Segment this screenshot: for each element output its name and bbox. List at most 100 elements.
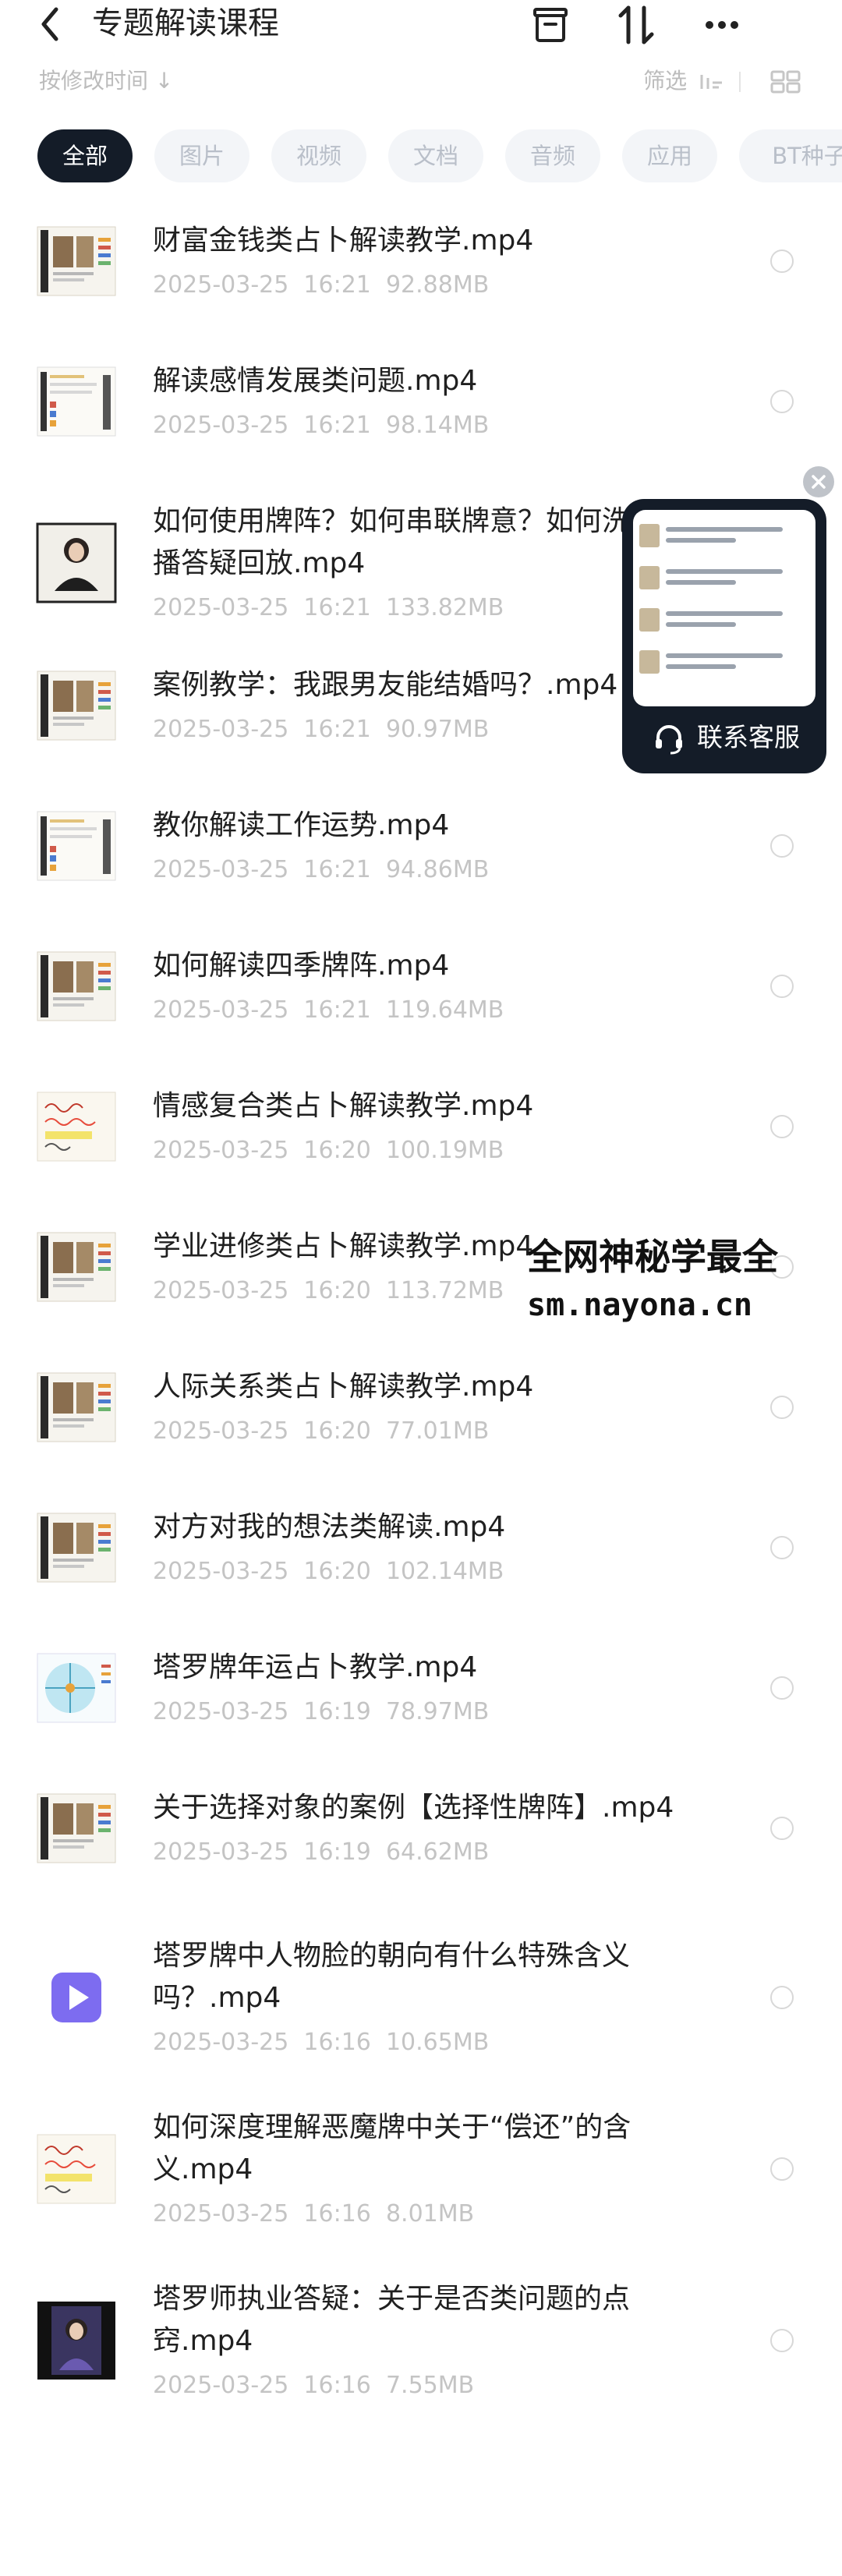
- file-size: 78.97MB: [385, 1698, 490, 1725]
- category-chip[interactable]: 图片: [154, 129, 249, 182]
- sort-by-modified-button[interactable]: 按修改时间 ↓: [39, 64, 173, 98]
- file-thumbnail: [34, 1786, 119, 1870]
- customer-service-widget[interactable]: 联系客服: [622, 499, 826, 773]
- file-date: 2025-03-25 16:20: [153, 1417, 371, 1445]
- file-size: 7.55MB: [385, 2372, 475, 2399]
- sort-arrows-icon[interactable]: [613, 3, 660, 47]
- file-name: 如何解读四季牌阵.mp4: [153, 950, 450, 982]
- file-row[interactable]: 如何解读四季牌阵.mp4 2025-03-25 16:21 119.64MB: [0, 942, 842, 1067]
- file-thumbnail: [34, 944, 119, 1028]
- select-radio[interactable]: [770, 249, 794, 273]
- file-date: 2025-03-25 16:20: [153, 1558, 371, 1585]
- preview-thumbnail: [639, 650, 660, 674]
- select-radio[interactable]: [770, 2329, 794, 2352]
- file-size: 98.14MB: [385, 412, 490, 439]
- top-bar: 专题解读课程: [0, 0, 842, 55]
- file-row[interactable]: 关于选择对象的案例【选择性牌阵】.mp4 2025-03-25 16:19 64.…: [0, 1784, 842, 1909]
- file-size: 77.01MB: [385, 1417, 490, 1445]
- file-row[interactable]: 塔罗师执业答疑：关于是否类问题的点窍.mp4 2025-03-25 16:16 7…: [0, 2275, 842, 2431]
- file-row[interactable]: 情感复合类占卜解读教学.mp4 2025-03-25 16:20 100.19MB: [0, 1082, 842, 1207]
- divider: [739, 72, 741, 92]
- file-thumbnail: [34, 1506, 119, 1590]
- select-radio[interactable]: [770, 975, 794, 998]
- grid-view-icon[interactable]: [770, 70, 801, 94]
- category-chip[interactable]: 音频: [505, 129, 600, 182]
- file-meta: 2025-03-25 16:16 7.55MB: [153, 2369, 474, 2403]
- file-name: 塔罗牌中人物脸的朝向有什么特殊含义吗？.mp4: [153, 1940, 631, 2014]
- filter-label: 筛选: [643, 68, 688, 94]
- file-name: 塔罗师执业答疑：关于是否类问题的点窍.mp4: [153, 2283, 631, 2357]
- file-date: 2025-03-25 16:21: [153, 271, 371, 299]
- select-radio[interactable]: [770, 1115, 794, 1138]
- preview-line: [666, 580, 736, 585]
- file-thumbnail: [34, 2298, 119, 2383]
- file-thumbnail: [34, 804, 119, 888]
- file-date: 2025-03-25 16:19: [153, 1838, 371, 1866]
- select-radio[interactable]: [770, 834, 794, 858]
- filter-button[interactable]: 筛选: [643, 64, 725, 98]
- archive-icon[interactable]: [527, 3, 574, 47]
- category-chip[interactable]: 应用: [622, 129, 717, 182]
- back-arrow-icon[interactable]: [34, 3, 65, 45]
- filter-icon: [700, 75, 722, 89]
- file-date: 2025-03-25 16:21: [153, 412, 371, 439]
- file-date: 2025-03-25 16:20: [153, 1277, 371, 1304]
- select-radio[interactable]: [770, 1676, 794, 1700]
- select-radio[interactable]: [770, 390, 794, 413]
- file-date: 2025-03-25 16:20: [153, 1137, 371, 1164]
- preview-line: [666, 527, 783, 532]
- category-chip[interactable]: BT种子: [739, 129, 842, 182]
- file-row[interactable]: 如何深度理解恶魔牌中关于“偿还”的含义.mp4 2025-03-25 16:16 …: [0, 2104, 842, 2259]
- preview-line: [666, 569, 783, 574]
- file-thumbnail: [34, 521, 119, 605]
- preview-thumbnail: [639, 524, 660, 547]
- file-size: 133.82MB: [385, 594, 504, 621]
- file-meta: 2025-03-25 16:20 100.19MB: [153, 1134, 504, 1168]
- widget-preview: [633, 510, 815, 706]
- category-chip[interactable]: 全部: [37, 129, 133, 182]
- file-meta: 2025-03-25 16:21 98.14MB: [153, 409, 489, 443]
- select-radio[interactable]: [770, 2157, 794, 2181]
- file-thumbnail: [34, 663, 119, 748]
- preview-line: [666, 611, 783, 616]
- file-size: 90.97MB: [385, 716, 490, 743]
- preview-thumbnail: [639, 566, 660, 589]
- category-tabs: 全部 图片 视频 文档 音频 应用 BT种子: [0, 129, 842, 186]
- file-meta: 2025-03-25 16:20 77.01MB: [153, 1414, 489, 1449]
- file-row[interactable]: 财富金钱类占卜解读教学.mp4 2025-03-25 16:21 92.88MB: [0, 217, 842, 341]
- file-meta: 2025-03-25 16:21 133.82MB: [153, 591, 504, 625]
- file-row[interactable]: 解读感情发展类问题.mp4 2025-03-25 16:21 98.14MB: [0, 357, 842, 482]
- file-row[interactable]: 教你解读工作运势.mp4 2025-03-25 16:21 94.86MB: [0, 801, 842, 926]
- file-row[interactable]: 塔罗牌年运占卜教学.mp4 2025-03-25 16:19 78.97MB: [0, 1644, 842, 1768]
- file-row[interactable]: 塔罗牌中人物脸的朝向有什么特殊含义吗？.mp4 2025-03-25 16:16 …: [0, 1932, 842, 2088]
- select-radio[interactable]: [770, 1986, 794, 2009]
- select-radio[interactable]: [770, 1817, 794, 1840]
- file-meta: 2025-03-25 16:16 10.65MB: [153, 2026, 489, 2060]
- preview-thumbnail: [639, 608, 660, 632]
- file-name: 解读感情发展类问题.mp4: [153, 365, 478, 397]
- file-meta: 2025-03-25 16:21 90.97MB: [153, 713, 489, 747]
- file-thumbnail: [34, 1225, 119, 1309]
- category-chip[interactable]: 文档: [388, 129, 483, 182]
- file-row[interactable]: 人际关系类占卜解读教学.mp4 2025-03-25 16:20 77.01MB: [0, 1363, 842, 1488]
- file-thumbnail: [34, 359, 119, 444]
- file-thumbnail: [34, 1646, 119, 1730]
- file-date: 2025-03-25 16:16: [153, 2200, 371, 2227]
- file-name: 人际关系类占卜解读教学.mp4: [153, 1371, 534, 1403]
- file-name: 财富金钱类占卜解读教学.mp4: [153, 225, 534, 257]
- more-options-icon[interactable]: [699, 3, 745, 47]
- file-size: 8.01MB: [385, 2200, 475, 2227]
- select-radio[interactable]: [770, 1536, 794, 1559]
- file-name: 关于选择对象的案例【选择性牌阵】.mp4: [153, 1792, 674, 1824]
- file-thumbnail: [34, 1085, 119, 1169]
- category-chip[interactable]: 视频: [271, 129, 366, 182]
- video-file-icon: [34, 1955, 119, 2040]
- headset-icon: [656, 725, 682, 755]
- watermark-url: sm.nayona.cn: [527, 1287, 752, 1323]
- close-float-button[interactable]: [803, 466, 834, 497]
- file-row[interactable]: 对方对我的想法类解读.mp4 2025-03-25 16:20 102.14MB: [0, 1503, 842, 1628]
- select-radio[interactable]: [770, 1396, 794, 1419]
- file-size: 102.14MB: [385, 1558, 504, 1585]
- preview-line: [666, 622, 736, 627]
- watermark-text: 全网神秘学最全: [527, 1236, 778, 1278]
